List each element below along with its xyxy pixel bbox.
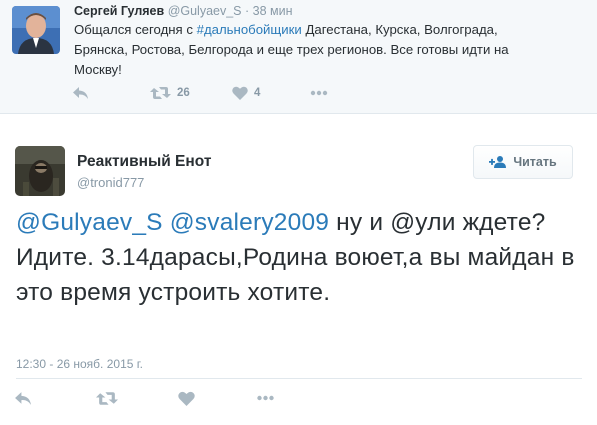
- retweet-count: 26: [177, 87, 190, 99]
- retweet-icon[interactable]: [96, 389, 118, 407]
- tweet-header: Сергей Гуляев @Gulyaev_S · 38 мин: [74, 4, 293, 18]
- like-count: 4: [254, 87, 261, 99]
- more-icon[interactable]: [310, 84, 328, 102]
- follow-label: Читать: [513, 155, 557, 169]
- tweet-text-start: Общался сегодня с: [74, 22, 197, 37]
- heart-icon: [232, 86, 248, 100]
- avatar[interactable]: [15, 146, 65, 196]
- author-name[interactable]: Сергей Гуляев: [74, 4, 164, 18]
- divider: [16, 378, 582, 379]
- reply-icon[interactable]: [72, 84, 89, 102]
- like-action[interactable]: 4: [232, 84, 260, 102]
- author-name[interactable]: Реактивный Енот: [77, 153, 211, 171]
- more-icon[interactable]: [256, 389, 275, 407]
- author-handle[interactable]: @tronid777: [77, 175, 144, 190]
- tweet-time[interactable]: 38 мин: [253, 4, 293, 18]
- mention-link[interactable]: @svalery2009: [170, 209, 329, 236]
- retweet-icon: [150, 86, 171, 100]
- separator: ·: [245, 4, 250, 18]
- hashtag-link[interactable]: #дальнобойщики: [197, 22, 302, 37]
- retweet-action[interactable]: 26: [150, 84, 190, 102]
- mention-link[interactable]: @Gulyaev_S: [16, 209, 163, 236]
- tweet-text: @Gulyaev_S @svalery2009 ну и @ули ждете?…: [16, 205, 586, 310]
- author-handle[interactable]: @Gulyaev_S: [168, 4, 242, 18]
- tweet-timestamp[interactable]: 12:30 - 26 нояб. 2015 г.: [16, 357, 143, 371]
- follow-icon: [489, 156, 507, 168]
- tweet-text: Общался сегодня с #дальнобойщики Дагеста…: [74, 20, 554, 80]
- tweet-actions: 26 4: [72, 84, 372, 102]
- parent-tweet[interactable]: Сергей Гуляев @Gulyaev_S · 38 мин Общалс…: [0, 0, 597, 114]
- follow-button[interactable]: Читать: [473, 145, 573, 179]
- tweet-actions: [14, 389, 314, 407]
- reply-icon[interactable]: [14, 389, 32, 407]
- heart-icon[interactable]: [178, 389, 195, 407]
- avatar[interactable]: [12, 6, 60, 54]
